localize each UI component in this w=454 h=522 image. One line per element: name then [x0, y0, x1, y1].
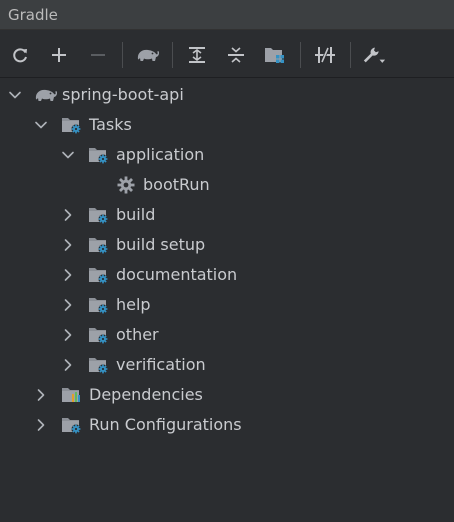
folder-gear-icon	[88, 325, 110, 345]
tree-row-task-group[interactable]: application	[0, 140, 454, 170]
tree-row-task-group[interactable]: help	[0, 290, 454, 320]
collapse-all-icon[interactable]	[224, 43, 248, 67]
add-icon[interactable]	[47, 43, 71, 67]
toolbar-separator	[350, 42, 351, 68]
folder-gear-icon	[61, 415, 83, 435]
tree-item-label: bootRun	[143, 175, 210, 194]
chevron-down-icon[interactable]	[61, 148, 75, 162]
chevron-right-icon[interactable]	[34, 418, 48, 432]
reload-icon[interactable]	[8, 43, 32, 67]
chevron-right-icon[interactable]	[61, 298, 75, 312]
tree-item-label: Dependencies	[89, 385, 203, 404]
gradle-elephant-icon	[33, 85, 57, 105]
wrench-icon[interactable]	[362, 43, 386, 67]
dependencies-icon	[61, 385, 83, 405]
folder-gear-icon	[88, 355, 110, 375]
tree-item-label: application	[116, 145, 205, 164]
tool-window-title: Gradle	[8, 6, 58, 24]
tree-item-label: build setup	[116, 235, 206, 254]
folder-gear-icon	[88, 295, 110, 315]
chevron-right-icon[interactable]	[61, 238, 75, 252]
folder-gear-icon	[88, 205, 110, 225]
remove-icon[interactable]	[86, 43, 110, 67]
chevron-right-icon[interactable]	[34, 388, 48, 402]
tree-row-task[interactable]: bootRun	[0, 170, 454, 200]
tree-row-run-configurations[interactable]: Run Configurations	[0, 410, 454, 440]
project-folder-icon[interactable]	[263, 43, 287, 67]
toolbar	[0, 30, 454, 78]
tree-item-label: Run Configurations	[89, 415, 242, 434]
tree-row-project[interactable]: spring-boot-api	[0, 80, 454, 110]
tree-row-tasks[interactable]: Tasks	[0, 110, 454, 140]
tree-row-task-group[interactable]: verification	[0, 350, 454, 380]
chevron-right-icon[interactable]	[61, 268, 75, 282]
folder-gear-icon	[88, 145, 110, 165]
toolbar-separator	[122, 42, 123, 68]
folder-gear-icon	[61, 115, 83, 135]
tree-row-dependencies[interactable]: Dependencies	[0, 380, 454, 410]
chevron-right-icon[interactable]	[61, 328, 75, 342]
folder-gear-icon	[88, 235, 110, 255]
tree-row-task-group[interactable]: other	[0, 320, 454, 350]
tree-item-label: other	[116, 325, 159, 344]
chevron-down-icon[interactable]	[8, 88, 22, 102]
tree-item-label: spring-boot-api	[62, 85, 184, 104]
tree-item-label: Tasks	[89, 115, 132, 134]
tree-row-task-group[interactable]: build setup	[0, 230, 454, 260]
tree-row-task-group[interactable]: build	[0, 200, 454, 230]
tree-item-label: help	[116, 295, 151, 314]
tree-item-label: verification	[116, 355, 206, 374]
chevron-down-icon[interactable]	[34, 118, 48, 132]
toolbar-separator	[172, 42, 173, 68]
tree-item-label: build	[116, 205, 156, 224]
expand-all-icon[interactable]	[185, 43, 209, 67]
folder-gear-icon	[88, 265, 110, 285]
gear-icon	[116, 175, 136, 195]
gradle-elephant-icon[interactable]	[135, 43, 159, 67]
toolbar-separator	[300, 42, 301, 68]
tree-item-label: documentation	[116, 265, 238, 284]
chevron-right-icon[interactable]	[61, 208, 75, 222]
chevron-right-icon[interactable]	[61, 358, 75, 372]
tree-row-task-group[interactable]: documentation	[0, 260, 454, 290]
tool-window-header: Gradle	[0, 0, 454, 30]
toggle-offline-icon[interactable]	[313, 43, 337, 67]
